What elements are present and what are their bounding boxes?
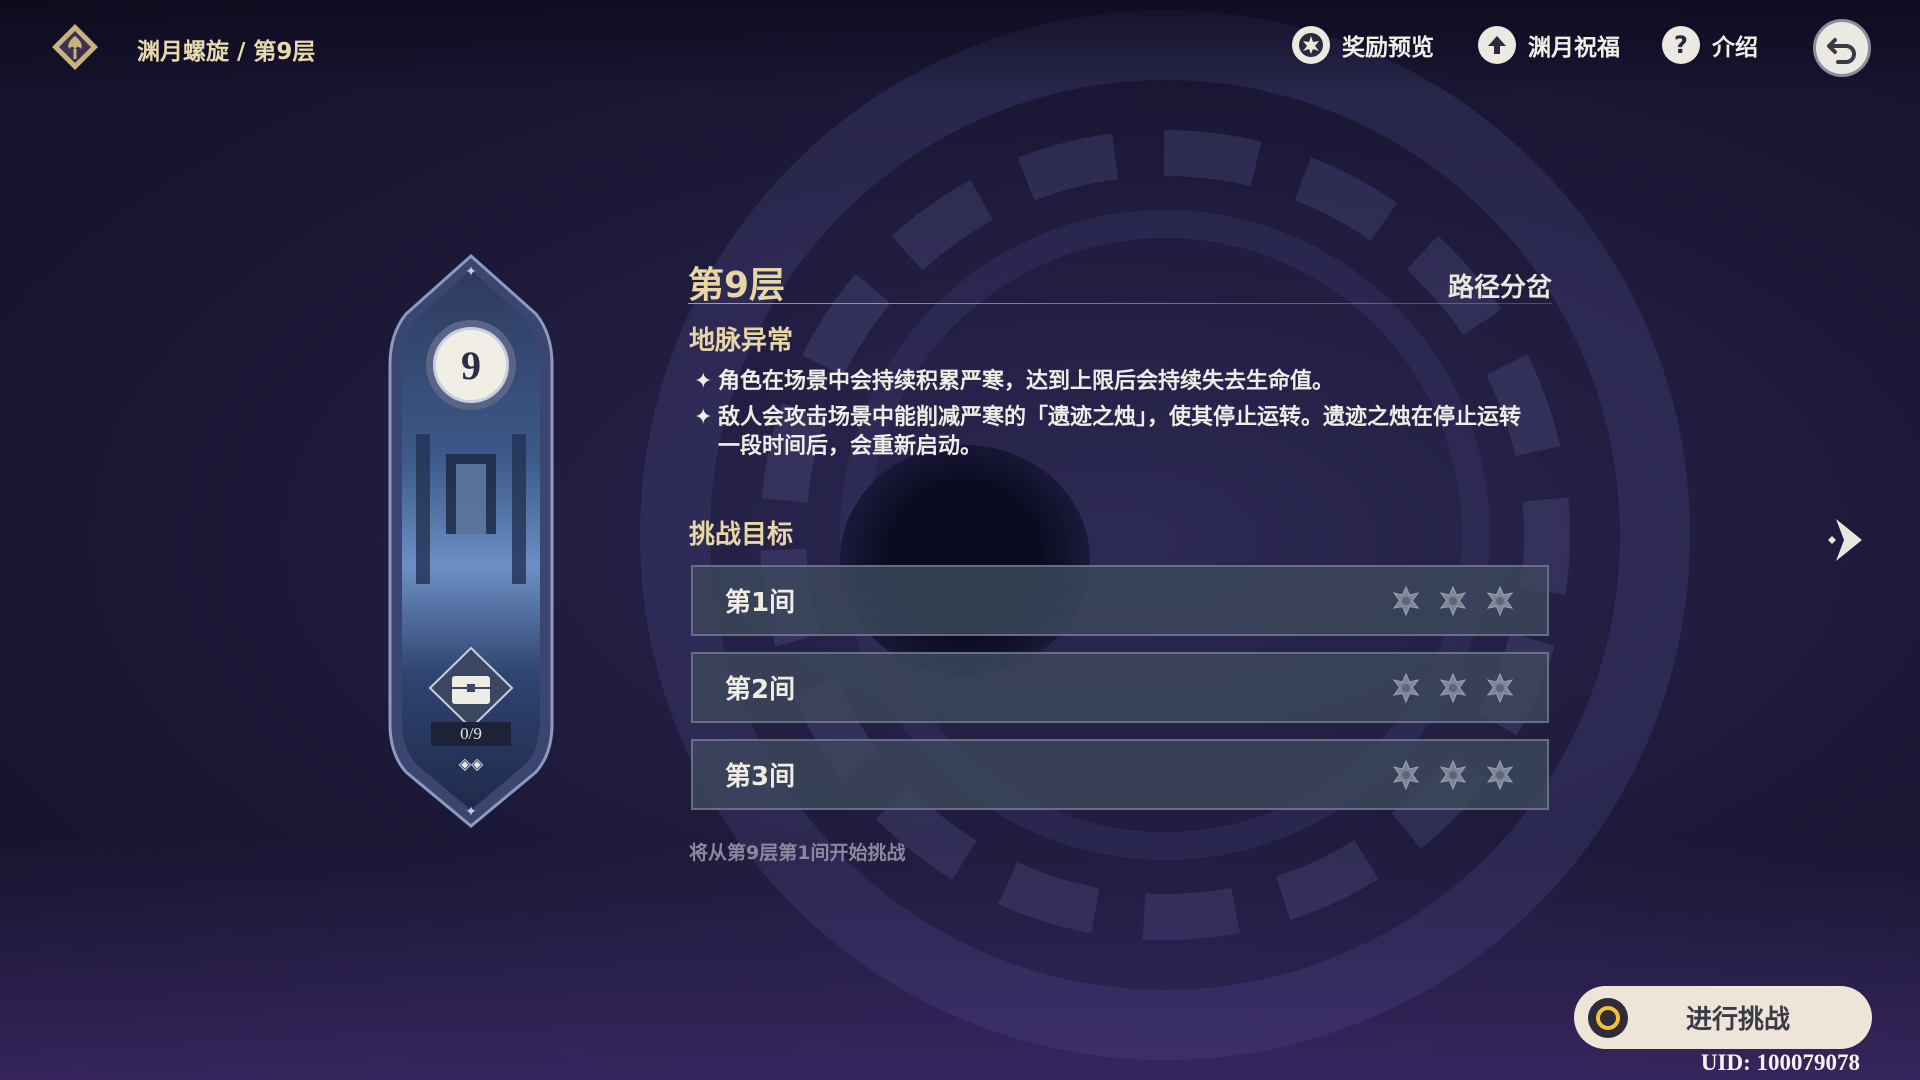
back-button[interactable] [1813,19,1871,77]
intro-label: 介绍 [1712,35,1758,61]
bullet-icon: ✦ [694,369,713,394]
top-bar: 渊月螺旋 / 第9层 奖励预览 渊月祝福 ? 介绍 [0,0,1920,95]
chest-progress: 0/9 [431,722,511,746]
intro-button[interactable]: ? 介绍 [1662,26,1758,64]
reward-preview-button[interactable]: 奖励预览 [1292,26,1434,64]
star-icon [1392,672,1420,703]
title-divider [688,303,1552,304]
blessing-button[interactable]: 渊月祝福 [1478,26,1620,64]
chamber-row-2[interactable]: 第2间 [691,652,1549,723]
svg-text:✦: ✦ [465,264,477,280]
objective-title: 挑战目标 [689,520,794,550]
chest-icon [428,646,514,730]
breadcrumb: 渊月螺旋 / 第9层 [137,39,316,65]
start-hint: 将从第9层第1间开始挑战 [689,842,906,864]
chamber-row-1[interactable]: 第1间 [691,565,1549,636]
star-icon [1486,585,1514,616]
floor-title: 第9层 [688,265,786,306]
ley-line-title: 地脉异常 [689,326,794,356]
floor-number: 9 [461,342,481,388]
bullet-icon: ✦ [694,405,713,430]
spiral-abyss-logo-icon [52,24,98,70]
abyss-portal [840,445,1090,675]
chamber-row-3[interactable]: 第3间 [691,739,1549,810]
ley-line-text: 敌人会攻击场景中能削减严寒的「遗迹之烛」，使其停止运转。遗迹之烛在停止运转一段时… [718,405,1522,459]
star-rating [1391,759,1515,790]
uid-label: UID: 100079078 [1700,1050,1860,1075]
next-floor-arrow-icon[interactable] [1826,515,1866,565]
ley-line-item: ✦ 角色在场景中会持续积累严寒，达到上限后会持续失去生命值。 [694,367,1564,396]
reward-preview-label: 奖励预览 [1342,35,1434,61]
star-icon [1439,672,1467,703]
chamber-name: 第2间 [725,675,796,705]
star-rating [1391,585,1515,616]
floor-number-badge: 9 [426,320,516,410]
reward-star-icon [1292,26,1330,64]
ley-line-text: 角色在场景中会持续积累严寒，达到上限后会持续失去生命值。 [718,369,1335,394]
floor-card[interactable]: ✦ ✦ 9 0/9 ◈◈ [386,254,556,828]
star-icon [1392,759,1420,790]
star-icon [1486,672,1514,703]
route-label: 路径分岔 [1447,273,1552,303]
chamber-name: 第1间 [725,588,796,618]
star-icon [1486,759,1514,790]
chamber-name: 第3间 [725,762,796,792]
help-icon: ? [1662,26,1700,64]
blessing-label: 渊月祝福 [1528,35,1620,61]
star-icon [1392,585,1420,616]
ley-line-item: ✦ 敌人会攻击场景中能削减严寒的「遗迹之烛」，使其停止运转。遗迹之烛在停止运转一… [694,403,1540,461]
star-icon [1439,585,1467,616]
start-challenge-label: 进行挑战 [1685,1005,1790,1035]
progress-diamonds: ◈◈ [458,754,484,773]
star-icon [1439,759,1467,790]
star-rating [1391,672,1515,703]
blessing-arrow-icon [1478,26,1516,64]
back-arrow-icon [1827,38,1856,64]
start-challenge-button[interactable]: 进行挑战 [1574,986,1872,1049]
svg-text:✦: ✦ [465,804,477,820]
